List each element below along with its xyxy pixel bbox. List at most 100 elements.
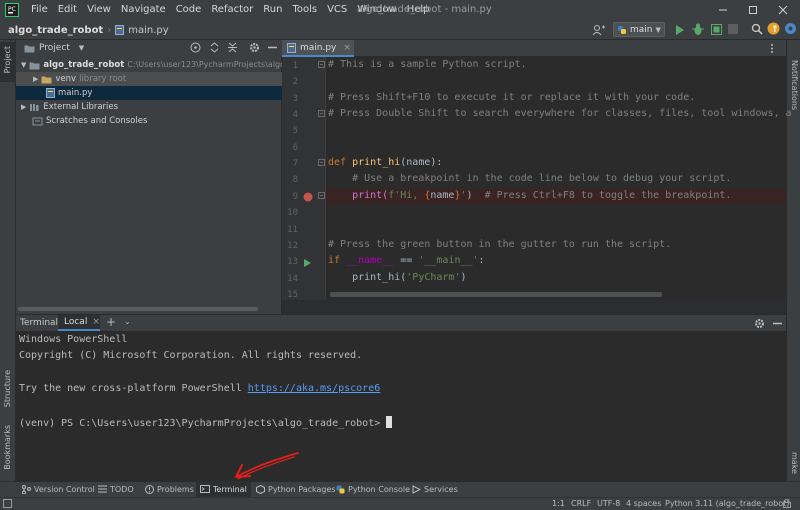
menu-edit[interactable]: Edit (53, 0, 82, 20)
status-interpreter[interactable]: Python 3.11 (algo_trade_robot) (665, 497, 789, 510)
menu-navigate[interactable]: Navigate (116, 0, 171, 20)
locate-file-icon[interactable] (190, 42, 201, 53)
fold-icon[interactable] (318, 192, 325, 199)
chevron-down-icon[interactable]: ⌄ (124, 317, 131, 326)
hide-panel-icon[interactable] (773, 322, 782, 325)
code-line: if __name__ == '__main__': (328, 255, 485, 266)
tool-services[interactable]: Services (412, 481, 458, 497)
close-icon[interactable] (768, 0, 798, 20)
collapse-all-icon[interactable] (227, 42, 238, 53)
toggle-tool-windows-icon[interactable] (3, 499, 12, 508)
tool-terminal[interactable]: Terminal (196, 481, 251, 497)
settings-gear-icon[interactable] (784, 22, 797, 35)
breakpoint-icon[interactable] (303, 192, 313, 202)
tool-label: TODO (110, 484, 134, 494)
run-icon[interactable] (675, 24, 685, 36)
right-tool-stripe: Notifications make (786, 40, 800, 481)
line-number: 12 (287, 241, 298, 251)
terminal-tab-local[interactable]: Local × (58, 315, 100, 331)
structure-stripe-button[interactable]: Structure (3, 370, 12, 407)
status-indent[interactable]: 4 spaces (626, 497, 661, 510)
editor-horizontal-scrollbar[interactable] (330, 292, 662, 297)
line-number: 3 (292, 94, 298, 104)
status-caret-position[interactable]: 1:1 (552, 497, 565, 510)
tool-label: Python Console (348, 484, 411, 494)
bookmarks-stripe-button[interactable]: Bookmarks (3, 425, 12, 470)
terminal-line: Windows PowerShell (19, 334, 128, 345)
tool-python-console[interactable]: Python Console (336, 481, 410, 497)
fold-icon[interactable] (318, 61, 325, 68)
hide-panel-icon[interactable] (268, 46, 277, 49)
code-token: print( (328, 190, 389, 201)
new-tab-plus-icon[interactable]: + (106, 315, 116, 329)
code-line: def print_hi(name): (328, 157, 442, 168)
terminal-label: Terminal: (20, 318, 62, 328)
tree-item-scratches[interactable]: Scratches and Consoles (16, 114, 282, 128)
code-token: __name__ (346, 255, 395, 266)
tool-problems[interactable]: Problems (145, 481, 194, 497)
line-number: 7 (292, 159, 298, 169)
tool-label: Terminal (213, 484, 247, 494)
more-options-icon[interactable] (770, 43, 774, 54)
fold-icon[interactable] (318, 159, 325, 166)
menu-refactor[interactable]: Refactor (206, 0, 258, 20)
tool-version-control[interactable]: Version Control (22, 481, 95, 497)
add-user-icon[interactable] (592, 24, 606, 36)
project-panel-scrollbar[interactable] (18, 307, 258, 311)
minimize-icon[interactable] (708, 0, 738, 20)
terminal-line: Try the new cross-platform PowerShell ht… (19, 383, 380, 394)
status-line-separator[interactable]: CRLF (571, 497, 591, 510)
breadcrumb-file[interactable]: main.py (128, 25, 168, 36)
code-token: print_hi (352, 157, 401, 168)
pscore6-link[interactable]: https://aka.ms/pscore6 (248, 383, 380, 394)
status-encoding[interactable]: UTF-8 (597, 497, 620, 510)
tab-main-py[interactable]: main.py × (282, 40, 354, 57)
library-icon (29, 103, 40, 112)
update-icon[interactable]: ↑ (767, 22, 780, 35)
project-view-selector[interactable]: Project ▼ (24, 43, 84, 53)
window-title: algo_trade_robot - main.py (357, 4, 492, 15)
code-token: : (478, 255, 485, 266)
menu-vcs[interactable]: VCS (322, 0, 352, 20)
lock-icon[interactable] (783, 499, 791, 508)
project-stripe-button[interactable]: Project (0, 42, 16, 82)
close-tab-icon[interactable]: × (343, 43, 351, 53)
menu-tools[interactable]: Tools (287, 0, 322, 20)
code-token: '__main__' (418, 255, 479, 266)
coverage-icon[interactable] (711, 24, 722, 35)
code-line: # Press Shift+F10 to execute it or repla… (328, 92, 696, 103)
gear-icon[interactable] (754, 318, 765, 329)
tree-item-external-libraries[interactable]: ▶ External Libraries (16, 100, 282, 114)
expand-all-icon[interactable] (209, 42, 220, 53)
fold-icon[interactable] (318, 110, 325, 117)
services-icon (412, 484, 421, 494)
stop-icon[interactable] (728, 24, 738, 34)
gear-icon[interactable] (249, 42, 260, 53)
tree-item-venv[interactable]: ▶ venv library root (16, 72, 282, 86)
venv-folder-hint: library root (79, 74, 127, 84)
notifications-stripe-button[interactable]: Notifications (790, 60, 799, 110)
make-stripe-button[interactable]: make (790, 452, 799, 474)
search-icon[interactable] (751, 23, 763, 35)
menu-file[interactable]: File (26, 0, 53, 20)
debug-icon[interactable] (692, 23, 704, 36)
menu-code[interactable]: Code (171, 0, 207, 20)
python-icon (617, 25, 627, 35)
tree-item-project-root[interactable]: ▼ algo_trade_robot C:\Users\user123\Pych… (16, 58, 310, 72)
version-control-icon (22, 484, 31, 494)
maximize-icon[interactable] (738, 0, 768, 20)
python-icon (336, 485, 345, 494)
tool-todo[interactable]: TODO (98, 481, 134, 497)
menu-run[interactable]: Run (258, 0, 287, 20)
code-token: == (394, 255, 419, 266)
run-config-select[interactable]: main ▼ (613, 22, 665, 37)
breadcrumb-project[interactable]: algo_trade_robot (8, 25, 103, 36)
run-gutter-icon[interactable] (303, 258, 312, 268)
tree-item-main-py[interactable]: main.py (16, 86, 282, 100)
menu-view[interactable]: View (82, 0, 116, 20)
terminal-line: Copyright (C) Microsoft Corporation. All… (19, 350, 363, 361)
code-token: (name): (400, 157, 443, 168)
close-tab-icon[interactable]: × (92, 317, 100, 327)
python-file-icon (115, 25, 125, 35)
tool-python-packages[interactable]: Python Packages (256, 481, 336, 497)
